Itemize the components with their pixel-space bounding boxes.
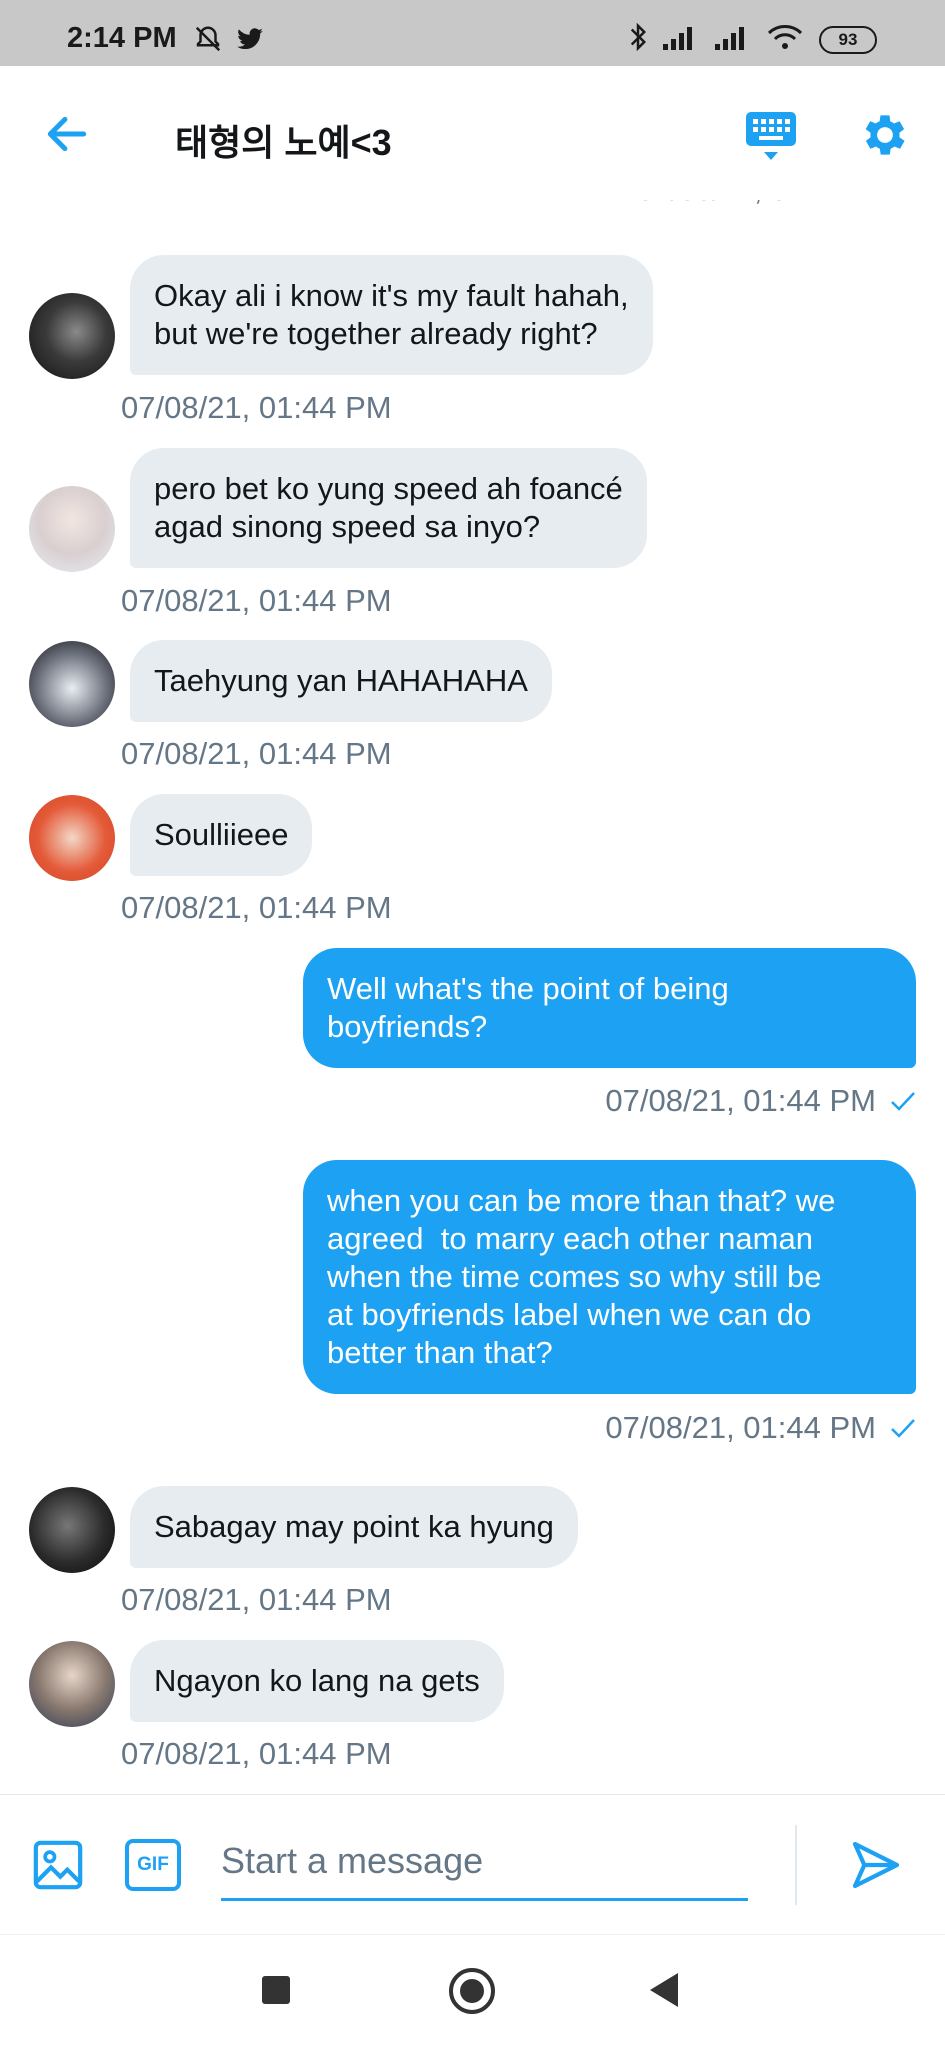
message-timestamp: 07/08/21, 01:44 PM: [121, 890, 392, 925]
wifi-icon: [767, 23, 803, 56]
system-back-button[interactable]: [650, 1973, 678, 2007]
message-timestamp: 07/08/21, 01:44 PM: [605, 1083, 916, 1119]
status-right-icons: 93: [629, 22, 877, 57]
status-bar: 2:14 PM 93: [0, 0, 945, 66]
keyboard-icon: [746, 112, 796, 160]
avatar[interactable]: [29, 1641, 115, 1727]
message-input[interactable]: [221, 1823, 748, 1901]
signal-icon: [663, 24, 699, 55]
back-button[interactable]: [42, 109, 92, 159]
bell-off-icon: [193, 24, 223, 59]
status-time: 2:14 PM: [67, 22, 177, 54]
home-button[interactable]: [449, 1968, 495, 2014]
avatar[interactable]: [29, 486, 115, 572]
message-timestamp: 07/08/21, 01:44 PM: [121, 390, 392, 425]
message-timestamp: 07/08/21, 01:44 PM: [121, 583, 392, 618]
message-bubble[interactable]: Soulliieee: [130, 794, 313, 876]
message-list[interactable]: 07/08/21, 01:44 PM Okay ali i know it's …: [0, 200, 945, 1794]
message-bubble[interactable]: pero bet ko yung speed ah foancé agad si…: [130, 448, 647, 568]
avatar[interactable]: [29, 293, 115, 379]
message-bubble[interactable]: Taehyung yan HAHAHAHA: [130, 640, 552, 722]
composer-divider: [795, 1825, 797, 1905]
conversation-title: 태형의 노예<3: [175, 122, 392, 163]
message-timestamp: 07/08/21, 01:44 PM: [121, 1582, 392, 1617]
twitter-bird-icon: [235, 25, 265, 58]
message-timestamp: 07/08/21, 01:44 PM: [605, 1410, 916, 1446]
message-bubble[interactable]: Sabagay may point ka hyung: [130, 1486, 578, 1568]
status-left-icons: [193, 24, 265, 59]
add-photo-button[interactable]: [30, 1837, 86, 1893]
image-icon: [33, 1840, 83, 1890]
bluetooth-icon: [629, 22, 647, 57]
gif-button[interactable]: GIF: [125, 1839, 181, 1891]
checkmark-icon: [891, 1092, 915, 1111]
conversation-header: 태형의 노예<3: [0, 66, 945, 200]
message-bubble[interactable]: Ngayon ko lang na gets: [130, 1640, 504, 1722]
message-timestamp: 07/08/21, 01:44 PM: [121, 736, 392, 771]
checkmark-icon: [891, 1419, 915, 1438]
message-timestamp: 07/08/21, 01:44 PM: [121, 1736, 392, 1771]
message-timestamp: 07/08/21, 01:44 PM: [637, 200, 899, 208]
send-icon: [852, 1841, 900, 1889]
avatar[interactable]: [29, 795, 115, 881]
recents-button[interactable]: [262, 1976, 290, 2004]
back-arrow-icon: [47, 116, 87, 152]
gear-icon: [865, 115, 905, 155]
send-button[interactable]: [848, 1837, 904, 1893]
settings-button[interactable]: [858, 108, 912, 162]
battery-indicator: 93: [819, 25, 877, 54]
message-bubble[interactable]: Well what's the point of being boyfriend…: [303, 948, 916, 1068]
signal-icon-2: [715, 24, 751, 55]
avatar[interactable]: [29, 641, 115, 727]
message-bubble[interactable]: Okay ali i know it's my fault hahah, but…: [130, 255, 653, 375]
system-nav-bar: [0, 1934, 945, 2048]
keyboard-button[interactable]: [744, 110, 798, 164]
message-bubble[interactable]: when you can be more than that? we agree…: [303, 1160, 916, 1394]
avatar[interactable]: [29, 1487, 115, 1573]
message-composer: GIF: [0, 1794, 945, 1934]
